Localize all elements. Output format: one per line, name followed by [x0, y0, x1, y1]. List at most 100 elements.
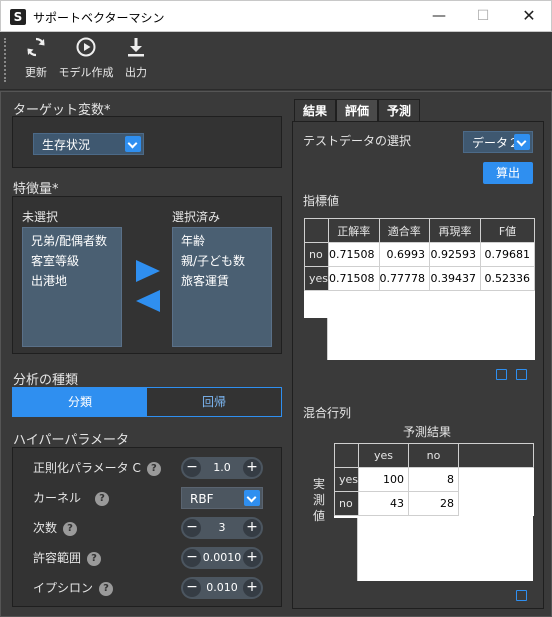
- reg-c-value[interactable]: 1.0: [201, 457, 243, 479]
- table-cell[interactable]: 0.6993: [378, 242, 431, 267]
- metrics-row-header-filler: [304, 318, 328, 360]
- list-item[interactable]: 親/子ども数: [173, 251, 271, 271]
- output-button[interactable]: 出力: [120, 36, 152, 80]
- chevron-down-icon: [244, 490, 260, 506]
- hyperparameters-label: ハイパーパラメータ: [13, 433, 129, 448]
- tolerance-label: 許容範囲?: [33, 549, 102, 566]
- features-label: 特徴量*: [13, 182, 59, 197]
- list-item[interactable]: 兄弟/配偶者数: [23, 231, 121, 251]
- table-cell-empty: [459, 492, 534, 516]
- table-cell[interactable]: 0.71508: [328, 242, 380, 267]
- target-variable-panel: 生存状況: [12, 116, 282, 168]
- increment-button[interactable]: +: [243, 519, 261, 537]
- predicted-result-label: 予測結果: [403, 425, 452, 439]
- play-icon: [76, 37, 96, 57]
- help-icon[interactable]: ?: [87, 551, 102, 566]
- analysis-type-label: 分析の種類: [13, 373, 79, 388]
- list-item[interactable]: 客室等級: [23, 251, 121, 271]
- refresh-icon: [27, 37, 45, 57]
- table-cell-empty: [459, 468, 534, 492]
- help-icon[interactable]: ?: [95, 491, 110, 506]
- decrement-button[interactable]: −: [183, 459, 201, 477]
- table-cell[interactable]: 100: [358, 467, 410, 492]
- remove-feature-arrow-icon[interactable]: [136, 290, 160, 312]
- analysis-type-toggle: 分類 回帰: [12, 387, 282, 417]
- kernel-select[interactable]: RBF: [181, 487, 263, 509]
- reg-c-label: 正則化パラメータ C?: [33, 459, 161, 476]
- list-item[interactable]: 出港地: [23, 271, 121, 291]
- list-item[interactable]: 年齢: [173, 231, 271, 251]
- table-cell[interactable]: 0.79681: [480, 242, 536, 267]
- metrics-corner: [303, 218, 330, 243]
- decrement-button[interactable]: −: [183, 549, 201, 567]
- metrics-header: 正解率: [328, 218, 380, 243]
- table-cell[interactable]: 0.77778: [378, 266, 431, 291]
- regression-option[interactable]: 回帰: [147, 388, 281, 416]
- table-cell[interactable]: 0.39437: [429, 266, 482, 291]
- increment-button[interactable]: +: [243, 459, 261, 477]
- degree-stepper[interactable]: − 3 +: [181, 517, 263, 539]
- minimize-button[interactable]: —: [419, 5, 459, 29]
- app-icon: S: [10, 9, 26, 25]
- selected-features-list[interactable]: 年齢 親/子ども数 旅客運賃: [172, 227, 272, 347]
- table-cell[interactable]: 28: [408, 491, 460, 516]
- create-model-button[interactable]: モデル作成: [58, 36, 114, 80]
- table-cell[interactable]: 43: [358, 491, 410, 516]
- help-icon[interactable]: ?: [99, 581, 114, 596]
- classification-option[interactable]: 分類: [13, 388, 147, 416]
- table-cell[interactable]: 8: [408, 467, 460, 492]
- list-item[interactable]: 旅客運賃: [173, 271, 271, 291]
- confusion-header: yes: [358, 443, 410, 468]
- kernel-value: RBF: [190, 492, 214, 506]
- copy-icon[interactable]: [496, 369, 507, 380]
- row-header: yes: [333, 467, 360, 492]
- toolbar: 更新 モデル作成 出力: [0, 32, 552, 90]
- confusion-header-filler: [458, 443, 535, 468]
- external-link-icon[interactable]: [516, 369, 527, 380]
- epsilon-label: イプシロン?: [33, 579, 114, 596]
- test-data-select[interactable]: データ２: [463, 131, 533, 153]
- kernel-label: カーネル?: [33, 489, 110, 506]
- confusion-matrix-label: 混合行列: [303, 406, 352, 420]
- confusion-table: yes no yes 100 8 no 43 28: [333, 443, 535, 516]
- metrics-label: 指標値: [303, 194, 340, 208]
- metrics-header: 再現率: [429, 218, 482, 243]
- tolerance-stepper[interactable]: − 0.0010 +: [181, 547, 263, 569]
- increment-button[interactable]: +: [243, 549, 261, 567]
- tab-evaluation[interactable]: 評価: [336, 99, 379, 121]
- title-bar: S サポートベクターマシン — ☐ ✕: [0, 0, 552, 32]
- compute-button[interactable]: 算出: [483, 162, 533, 184]
- epsilon-value[interactable]: 0.010: [201, 577, 243, 599]
- unselected-features-list[interactable]: 兄弟/配偶者数 客室等級 出港地: [22, 227, 122, 347]
- degree-label: 次数?: [33, 519, 78, 536]
- toolbar-grip[interactable]: [4, 38, 6, 82]
- reg-c-stepper[interactable]: − 1.0 +: [181, 457, 263, 479]
- close-button[interactable]: ✕: [509, 5, 549, 29]
- download-icon: [128, 38, 144, 57]
- degree-value[interactable]: 3: [201, 517, 243, 539]
- table-row: no 0.71508 0.6993 0.92593 0.79681: [303, 242, 536, 267]
- evaluation-panel: テストデータの選択 データ２ 算出 指標値 正解率 適合率 再現率 F値 no …: [292, 121, 544, 609]
- tab-prediction[interactable]: 予測: [378, 99, 421, 121]
- copy-icon[interactable]: [516, 590, 527, 601]
- refresh-button[interactable]: 更新: [20, 36, 52, 80]
- add-feature-arrow-icon[interactable]: [136, 260, 160, 282]
- help-icon[interactable]: ?: [146, 461, 161, 476]
- tab-results[interactable]: 結果: [294, 99, 337, 121]
- metrics-header: 適合率: [378, 218, 431, 243]
- decrement-button[interactable]: −: [183, 579, 201, 597]
- decrement-button[interactable]: −: [183, 519, 201, 537]
- table-cell[interactable]: 0.92593: [429, 242, 482, 267]
- test-data-value: データ２: [472, 136, 521, 150]
- main-area: ターゲット変数* 生存状況 特徴量* 未選択 選択済み 兄弟/配偶者数 客室等級…: [0, 91, 552, 617]
- epsilon-stepper[interactable]: − 0.010 +: [181, 577, 263, 599]
- table-cell[interactable]: 0.52336: [480, 266, 536, 291]
- maximize-button[interactable]: ☐: [463, 5, 503, 29]
- increment-button[interactable]: +: [243, 579, 261, 597]
- row-header: no: [333, 491, 360, 516]
- target-variable-select[interactable]: 生存状況: [33, 133, 144, 155]
- table-cell[interactable]: 0.71508: [328, 266, 380, 291]
- help-icon[interactable]: ?: [63, 521, 78, 536]
- tolerance-value[interactable]: 0.0010: [201, 547, 243, 569]
- features-panel: 未選択 選択済み 兄弟/配偶者数 客室等級 出港地 年齢 親/子ども数 旅客運賃: [12, 196, 282, 354]
